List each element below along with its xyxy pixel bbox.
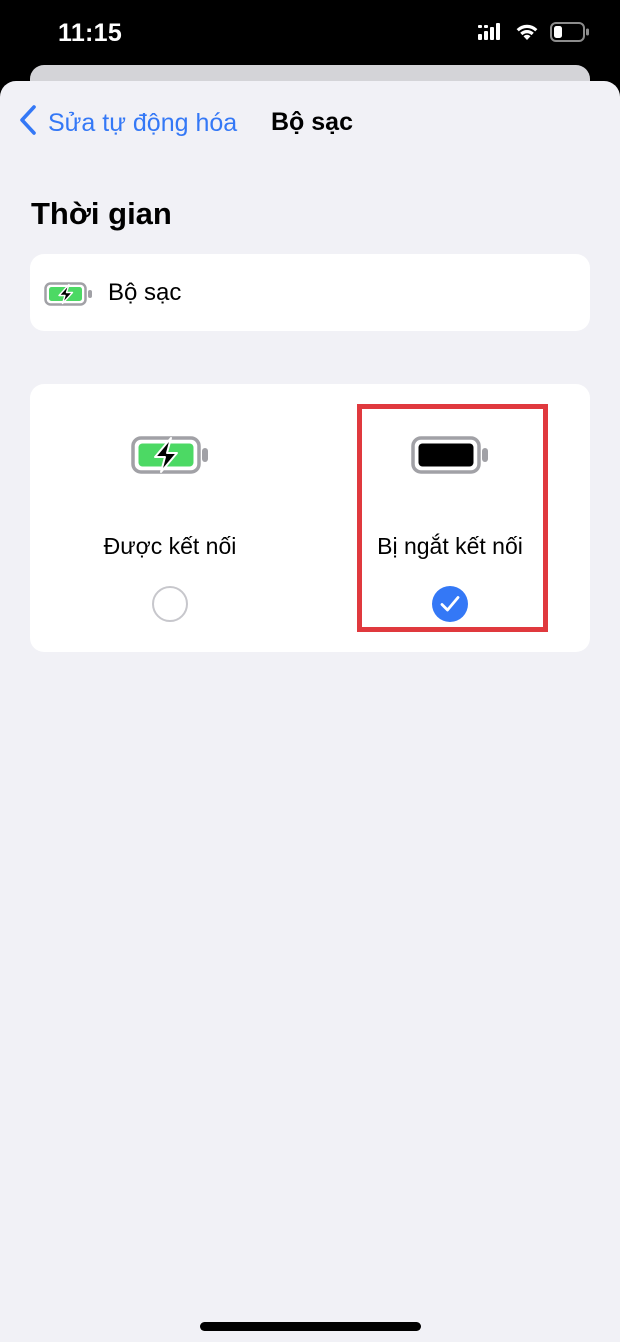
trigger-label: Bộ sạc — [108, 279, 182, 306]
wifi-icon — [514, 22, 540, 47]
battery-low-icon — [550, 21, 590, 47]
charger-options-card: Được kết nối Bị ngắt kết nối — [30, 384, 590, 652]
option-connected-label: Được kết nối — [103, 533, 237, 559]
automation-sheet: Sửa tự động hóa Bộ sạc Thời gian Bộ sạc — [0, 81, 620, 1342]
option-disconnected[interactable]: Bị ngắt kết nối — [310, 384, 590, 652]
chevron-left-icon — [18, 104, 38, 143]
navigation-bar: Sửa tự động hóa Bộ sạc — [0, 81, 620, 165]
option-connected-radio[interactable] — [152, 586, 188, 622]
page-title: Bộ sạc — [271, 108, 353, 136]
status-icons — [478, 21, 590, 47]
back-button-label: Sửa tự động hóa — [48, 108, 238, 137]
battery-full-icon — [411, 436, 489, 479]
checkmark-icon — [440, 596, 460, 612]
screen: 11:15 Sửa tự động hóa Bộ sạc Thời gian B… — [0, 0, 620, 1342]
status-bar: 11:15 — [0, 0, 620, 66]
option-disconnected-label: Bị ngắt kết nối — [377, 533, 523, 559]
cellular-signal-icon — [478, 22, 504, 46]
battery-charging-icon — [44, 282, 94, 311]
battery-charging-icon — [131, 436, 209, 479]
option-connected[interactable]: Được kết nối — [30, 384, 310, 652]
home-indicator[interactable] — [200, 1322, 421, 1331]
section-title: Thời gian — [31, 196, 172, 231]
status-time: 11:15 — [58, 19, 123, 47]
option-disconnected-radio[interactable] — [432, 586, 468, 622]
back-button[interactable]: Sửa tự động hóa — [18, 104, 238, 143]
trigger-card: Bộ sạc — [30, 254, 590, 331]
